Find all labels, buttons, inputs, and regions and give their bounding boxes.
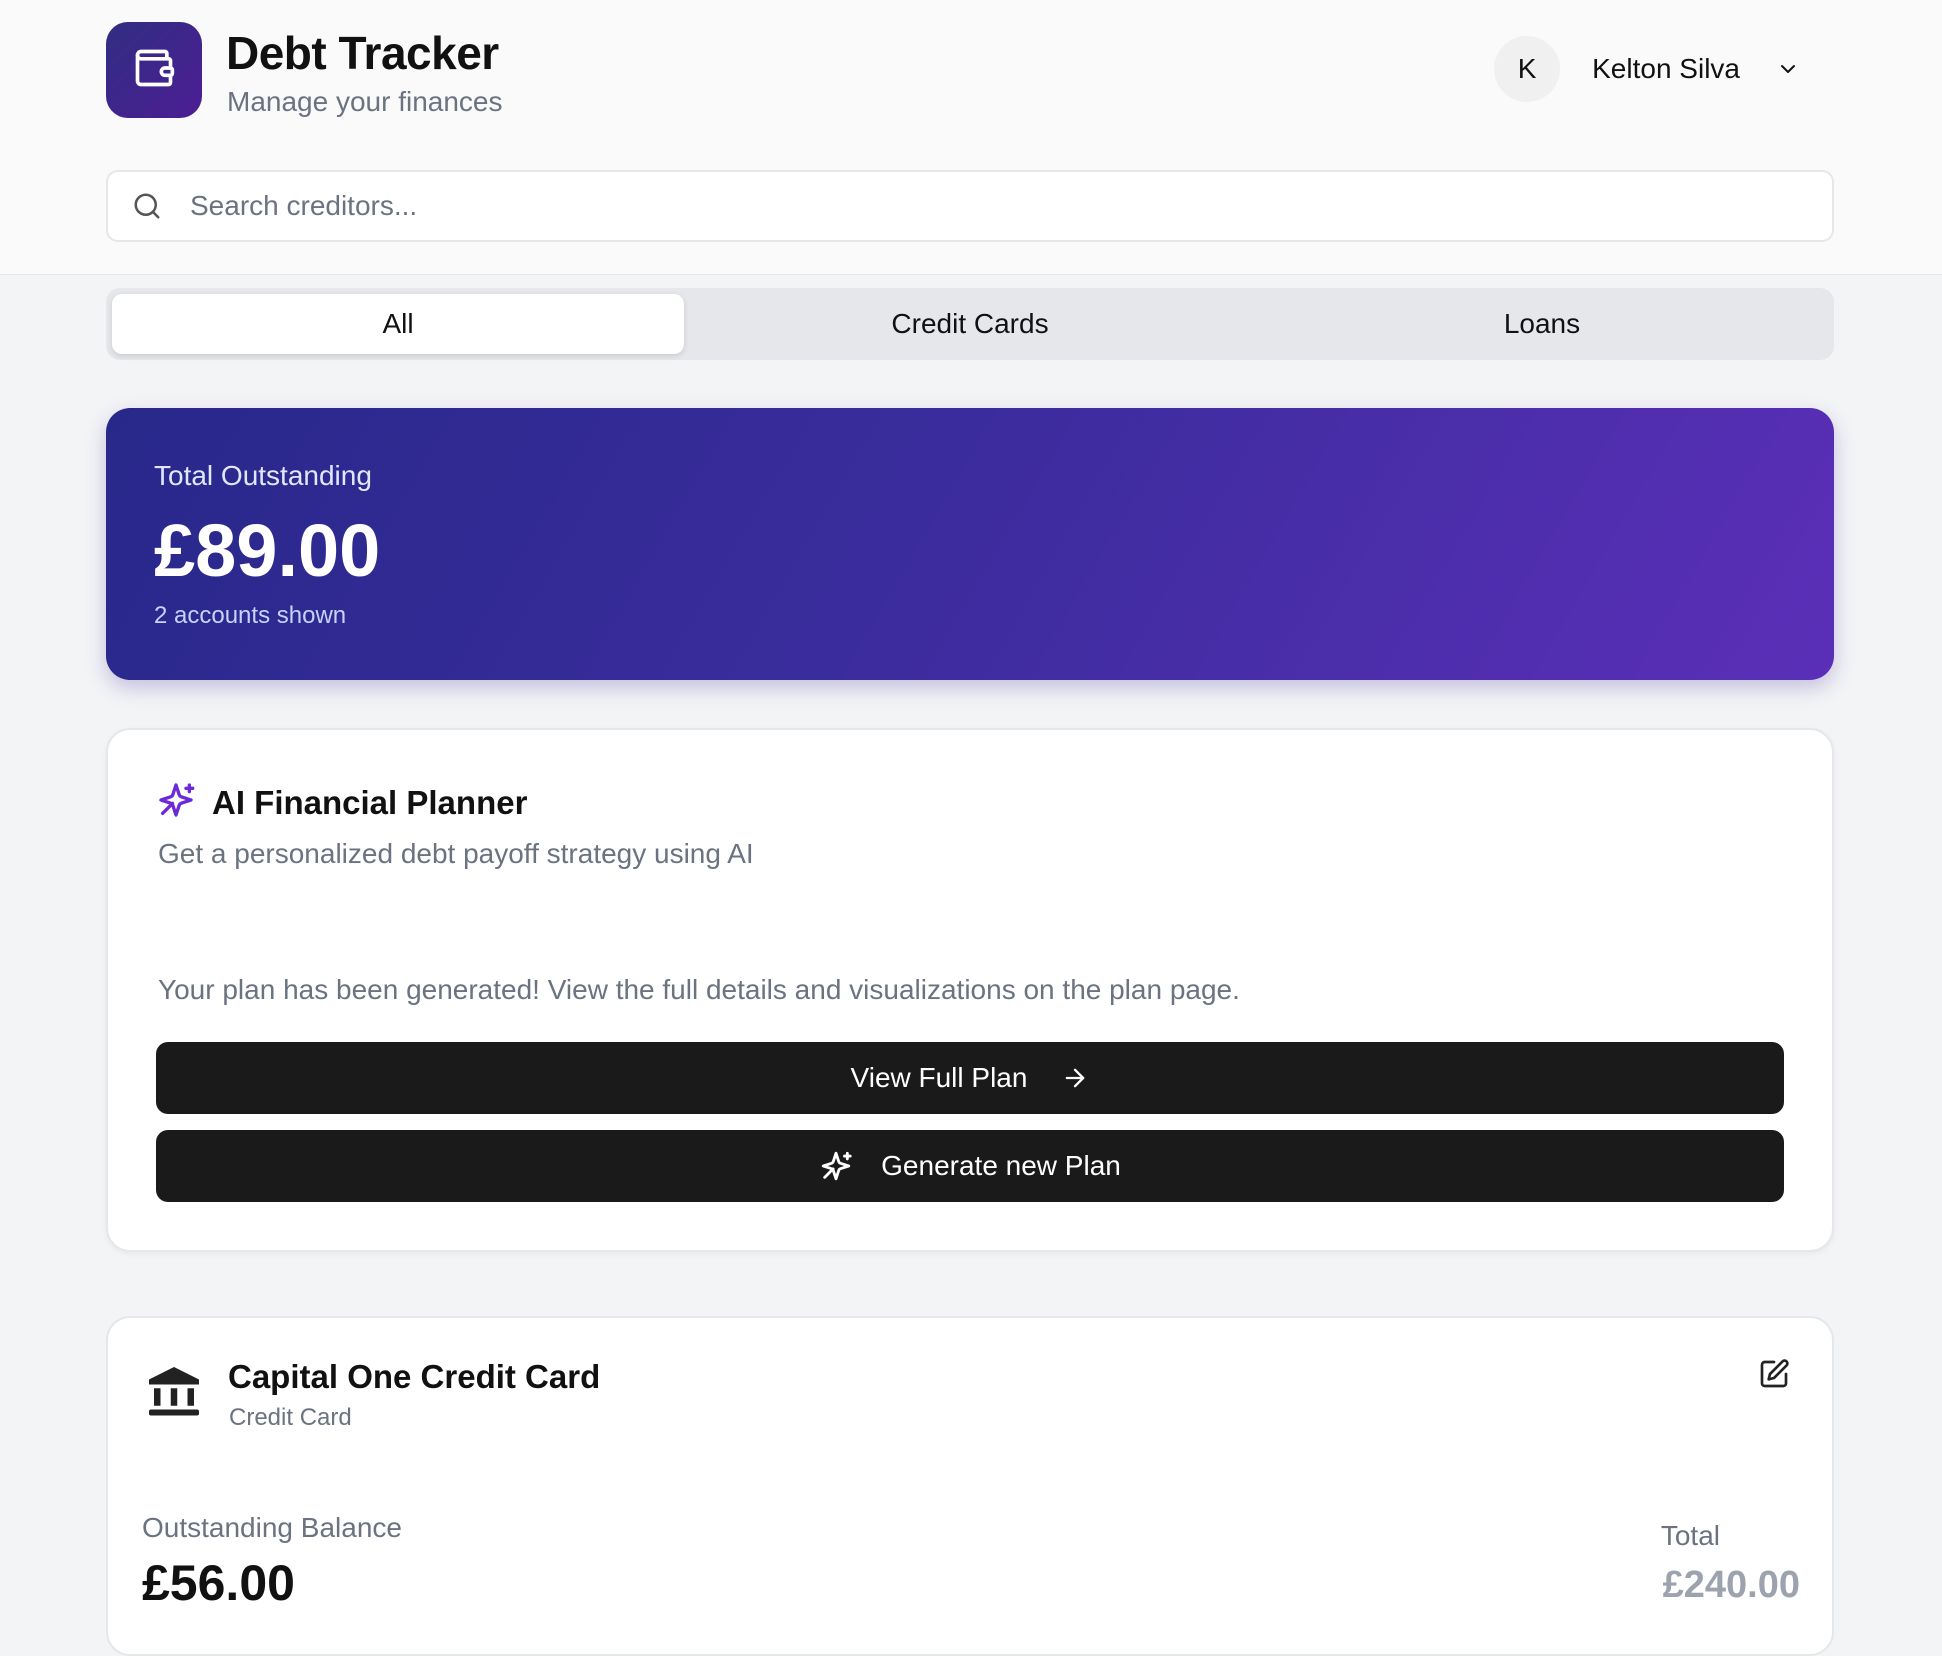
ai-financial-planner-card: AI Financial Planner Get a personalized …	[106, 728, 1834, 1252]
search-icon	[132, 191, 162, 221]
total-label: Total	[1660, 1520, 1720, 1551]
wallet-icon	[132, 46, 176, 95]
user-name: Kelton Silva	[1592, 53, 1740, 84]
planner-description: Get a personalized debt payoff strategy …	[158, 838, 754, 869]
app-header: Debt Tracker Manage your finances K Kelt…	[0, 0, 1942, 275]
user-menu[interactable]: K Kelton Silva	[1494, 36, 1800, 102]
app-subtitle: Manage your finances	[227, 86, 503, 117]
tab-all[interactable]: All	[112, 294, 684, 354]
planner-header: AI Financial Planner	[156, 780, 527, 825]
total-outstanding-value: £89.00	[154, 509, 381, 592]
filter-tabs: All Credit Cards Loans	[106, 288, 1834, 360]
account-card: Capital One Credit Card Credit Card Outs…	[106, 1316, 1834, 1656]
generate-new-plan-button[interactable]: Generate new Plan	[156, 1130, 1784, 1202]
total-value: £240.00	[1662, 1564, 1800, 1606]
account-name: Capital One Credit Card	[228, 1358, 601, 1395]
arrow-right-icon	[1061, 1064, 1089, 1092]
search-bar	[106, 170, 1834, 242]
app-title: Debt Tracker	[226, 27, 499, 79]
plan-status-message: Your plan has been generated! View the f…	[158, 974, 1240, 1005]
sparkles-icon	[156, 780, 196, 825]
account-type: Credit Card	[229, 1404, 352, 1431]
view-full-plan-label: View Full Plan	[850, 1062, 1028, 1093]
accounts-shown-count: 2 accounts shown	[154, 602, 347, 629]
outstanding-balance-value: £56.00	[142, 1555, 295, 1611]
app-logo	[106, 22, 202, 118]
generate-new-plan-label: Generate new Plan	[881, 1150, 1121, 1181]
edit-icon[interactable]	[1758, 1358, 1790, 1395]
tab-loans[interactable]: Loans	[1256, 294, 1828, 354]
total-outstanding-card: Total Outstanding £89.00 2 accounts show…	[106, 408, 1834, 680]
outstanding-balance-label: Outstanding Balance	[142, 1512, 402, 1543]
total-outstanding-label: Total Outstanding	[154, 460, 372, 491]
sparkles-icon	[819, 1149, 853, 1183]
bank-icon	[144, 1362, 204, 1427]
avatar: K	[1494, 36, 1561, 102]
chevron-down-icon	[1776, 57, 1800, 81]
tab-credit-cards[interactable]: Credit Cards	[684, 294, 1256, 354]
planner-title: AI Financial Planner	[212, 783, 528, 821]
view-full-plan-button[interactable]: View Full Plan	[156, 1042, 1784, 1114]
search-input[interactable]	[190, 190, 1690, 222]
